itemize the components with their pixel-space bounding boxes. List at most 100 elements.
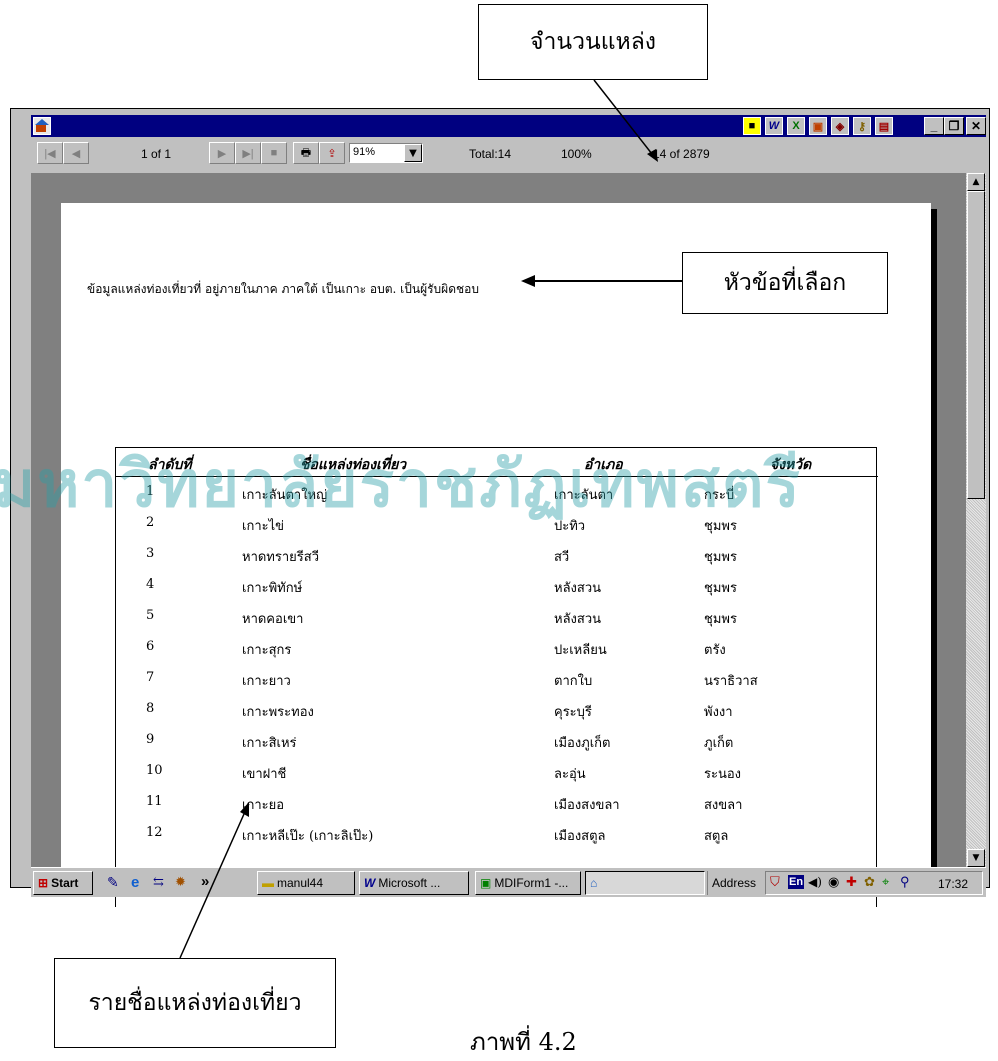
province-name: นราธิวาส (704, 674, 758, 689)
address-bar[interactable]: Address (707, 871, 763, 895)
desktop-icon[interactable]: ✎ (107, 875, 119, 891)
row-number: 9 (146, 732, 155, 747)
channels-icon[interactable]: ⇆ (153, 875, 164, 890)
row-number: 6 (146, 639, 155, 654)
record-count-callout-text: จำนวนแหล่ง (529, 29, 657, 55)
attraction-name: หาดทรายรีสวี (242, 550, 319, 565)
network-icon[interactable]: ◉ (828, 875, 839, 890)
attraction-name: เกาะไข่ (242, 519, 285, 534)
district-name: ละอุ่น (554, 767, 586, 782)
restore-button[interactable]: ❐ (944, 117, 964, 135)
title-bar: ■ W X ▣ ◈ ⚷ ▤ _ ❐ ✕ (31, 115, 986, 137)
province-name: พังงา (704, 705, 733, 720)
table-header-rule (116, 476, 878, 477)
attraction-list-callout-text: รายชื่อแหล่งท่องเที่ยว (88, 990, 302, 1016)
quick-launch-bar: ✎ e ⇆ ✹ » (105, 873, 241, 895)
taskbar-button-word[interactable]: W Microsoft ... (359, 871, 469, 895)
folder-icon: ▬ (262, 876, 274, 890)
taskbar: ⊞ Start ✎ e ⇆ ✹ » ▬ manul44 W Microsoft … (31, 867, 986, 897)
more-chevron[interactable]: » (201, 873, 209, 890)
report-viewer-window: ■ W X ▣ ◈ ⚷ ▤ _ ❐ ✕ |◀ ◀ 1 of 1 ▶ ▶| ■ 🖶… (0, 108, 990, 907)
tray-search-icon[interactable]: ⚲ (900, 875, 910, 890)
figure-caption: ภาพที่ 4.2 (470, 1028, 577, 1056)
attraction-list-callout: รายชื่อแหล่งท่องเที่ยว (54, 958, 336, 1048)
record-indicator: 14 of 2879 (653, 147, 710, 161)
start-button[interactable]: ⊞ Start (33, 871, 93, 895)
internet-explorer-icon[interactable]: e (131, 874, 139, 891)
word-icon[interactable]: W (765, 117, 783, 135)
taskbar-button-report[interactable]: ⌂ (585, 871, 705, 895)
row-number: 11 (146, 794, 163, 809)
selected-topic-callout-text: หัวข้อที่เลือก (723, 270, 847, 296)
province-name: ชุมพร (704, 550, 737, 565)
chevron-down-icon[interactable]: ▼ (404, 144, 422, 162)
scroll-thumb[interactable] (967, 191, 985, 499)
attraction-name: เกาะหลีเป๊ะ (เกาะลิเป๊ะ) (242, 829, 374, 844)
shield-icon[interactable]: ⛉ (770, 875, 780, 890)
last-page-button[interactable]: ▶| (235, 142, 261, 164)
taskbar-word-label: Microsoft ... (378, 876, 441, 890)
percent-label: 100% (561, 147, 592, 161)
app-icon[interactable] (33, 117, 51, 135)
stop-button[interactable]: ■ (261, 142, 287, 164)
next-page-button[interactable]: ▶ (209, 142, 235, 164)
row-number: 5 (146, 608, 155, 623)
province-name: ชุมพร (704, 612, 737, 627)
district-name: คุระบุรี (554, 705, 592, 720)
vertical-scrollbar[interactable]: ▲ ▼ (966, 173, 986, 867)
messenger-icon[interactable]: ✚ (846, 875, 857, 890)
windows-flag-icon[interactable]: ■ (743, 117, 761, 135)
record-count-callout: จำนวนแหล่ง (478, 4, 708, 80)
minimize-button[interactable]: _ (924, 117, 944, 135)
district-name: เมืองสตูล (554, 829, 606, 844)
row-number: 7 (146, 670, 155, 685)
selected-topic-callout: หัวข้อที่เลือก (682, 252, 888, 314)
row-number: 12 (146, 825, 163, 840)
zoom-select[interactable]: 91% ▼ (349, 143, 423, 163)
attraction-name: เกาะลันตาใหญ่ (242, 488, 328, 503)
report-header-text: ข้อมูลแหล่งท่องเที่ยวที่ อยู่ภายในภาค ภา… (87, 282, 479, 296)
district-name: หลังสวน (554, 581, 602, 596)
export-button[interactable]: ⇪ (319, 142, 345, 164)
language-indicator[interactable]: En (788, 875, 805, 889)
stop-icon: ■ (270, 147, 278, 159)
district-name: เมืองสงขลา (554, 798, 620, 813)
scroll-down-button[interactable]: ▼ (967, 849, 985, 867)
access-icon[interactable]: ◈ (831, 117, 849, 135)
taskbar-button-mdiform[interactable]: ▣ MDIForm1 -... (475, 871, 581, 895)
binder-icon[interactable]: ▤ (875, 117, 893, 135)
district-name: ปะทิว (554, 519, 586, 534)
speaker-icon[interactable]: ◀) (808, 875, 822, 889)
first-page-icon: |◀ (44, 147, 56, 160)
windows-logo-icon: ⊞ (38, 876, 49, 890)
close-button[interactable]: ✕ (966, 117, 986, 135)
application-icon[interactable]: ✹ (175, 875, 186, 890)
row-number: 4 (146, 577, 155, 592)
zoom-value: 91% (353, 146, 376, 158)
first-page-button[interactable]: |◀ (37, 142, 63, 164)
column-header-province: จังหวัด (770, 457, 812, 473)
taskbar-button-manul44[interactable]: ▬ manul44 (257, 871, 355, 895)
column-header-no: ลำดับที่ (148, 457, 192, 473)
tray-monitor-icon[interactable]: ⌖ (882, 875, 889, 890)
scroll-up-button[interactable]: ▲ (967, 173, 985, 191)
export-icon: ⇪ (327, 147, 337, 160)
prev-page-button[interactable]: ◀ (63, 142, 89, 164)
province-name: ภูเก็ต (704, 736, 734, 751)
row-number: 3 (146, 546, 155, 561)
attraction-name: หาดคอเขา (242, 612, 304, 627)
district-name: ปะเหลียน (554, 643, 607, 658)
province-name: ชุมพร (704, 519, 737, 534)
attraction-name: เกาะสิเหร่ (242, 736, 297, 751)
excel-icon[interactable]: X (787, 117, 805, 135)
district-name: เกาะลันตา (554, 488, 614, 503)
key-icon[interactable]: ⚷ (853, 117, 871, 135)
tray-app-icon[interactable]: ✿ (864, 875, 875, 890)
total-label: Total:14 (469, 147, 512, 161)
print-button[interactable]: 🖶 (293, 142, 319, 164)
report-table: ลำดับที่ ชื่อแหล่งท่องเที่ยว อำเภอ จังหว… (115, 447, 878, 907)
powerpoint-icon[interactable]: ▣ (809, 117, 827, 135)
district-name: หลังสวน (554, 612, 602, 627)
print-icon: 🖶 (300, 146, 312, 159)
district-name: ตากใบ (554, 674, 593, 689)
